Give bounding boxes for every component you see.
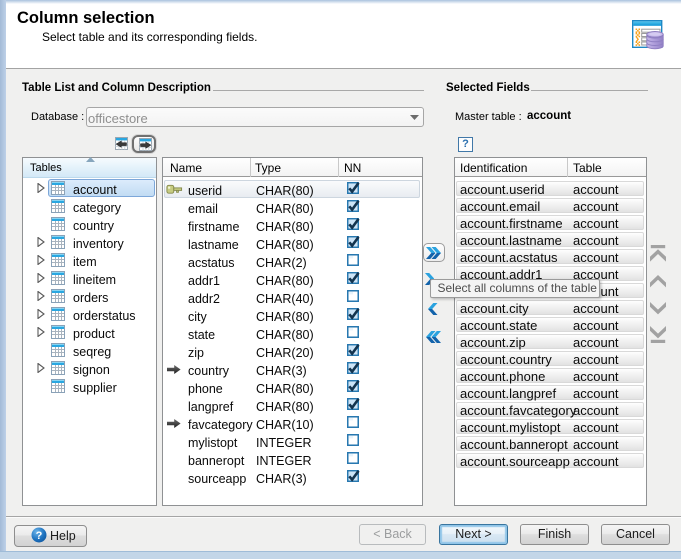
- svg-text:?: ?: [36, 530, 43, 542]
